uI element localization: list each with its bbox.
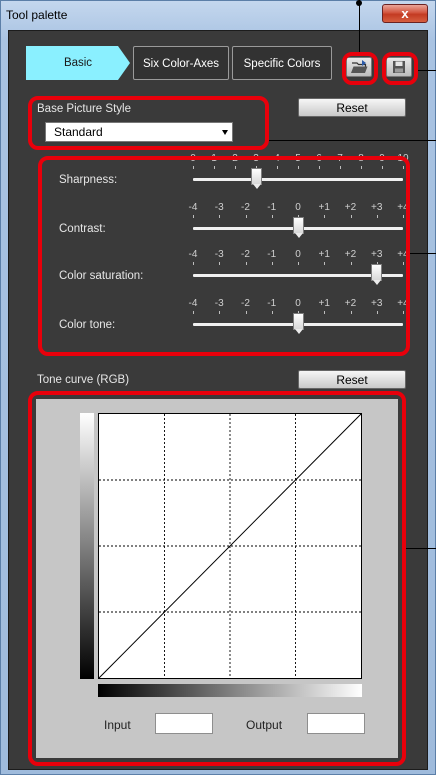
sliders-highlight bbox=[38, 156, 410, 356]
callout-dot-open bbox=[356, 0, 362, 6]
window-title: Tool palette bbox=[6, 8, 68, 22]
save-button-highlight bbox=[382, 52, 418, 85]
close-button[interactable]: x bbox=[382, 4, 428, 23]
tab-basic-label: Basic bbox=[63, 57, 93, 69]
tone-curve-heading: Tone curve (RGB) bbox=[37, 374, 130, 386]
callout-line-save bbox=[418, 70, 436, 71]
tab-basic[interactable]: Basic bbox=[26, 46, 130, 80]
tab-six-color-axes[interactable]: Six Color-Axes bbox=[133, 46, 229, 80]
picture-style-reset-button[interactable]: Reset bbox=[298, 98, 406, 117]
tab-specific-colors[interactable]: Specific Colors bbox=[232, 46, 332, 80]
open-button-highlight bbox=[342, 52, 378, 85]
callout-line-curve bbox=[406, 548, 436, 549]
callout-line-sliders bbox=[410, 253, 436, 254]
tone-curve-reset-button[interactable]: Reset bbox=[298, 370, 406, 389]
tone-curve-highlight bbox=[28, 391, 406, 766]
callout-line-style bbox=[269, 140, 436, 141]
callout-line-open bbox=[359, 0, 360, 52]
picture-style-highlight bbox=[28, 96, 269, 150]
